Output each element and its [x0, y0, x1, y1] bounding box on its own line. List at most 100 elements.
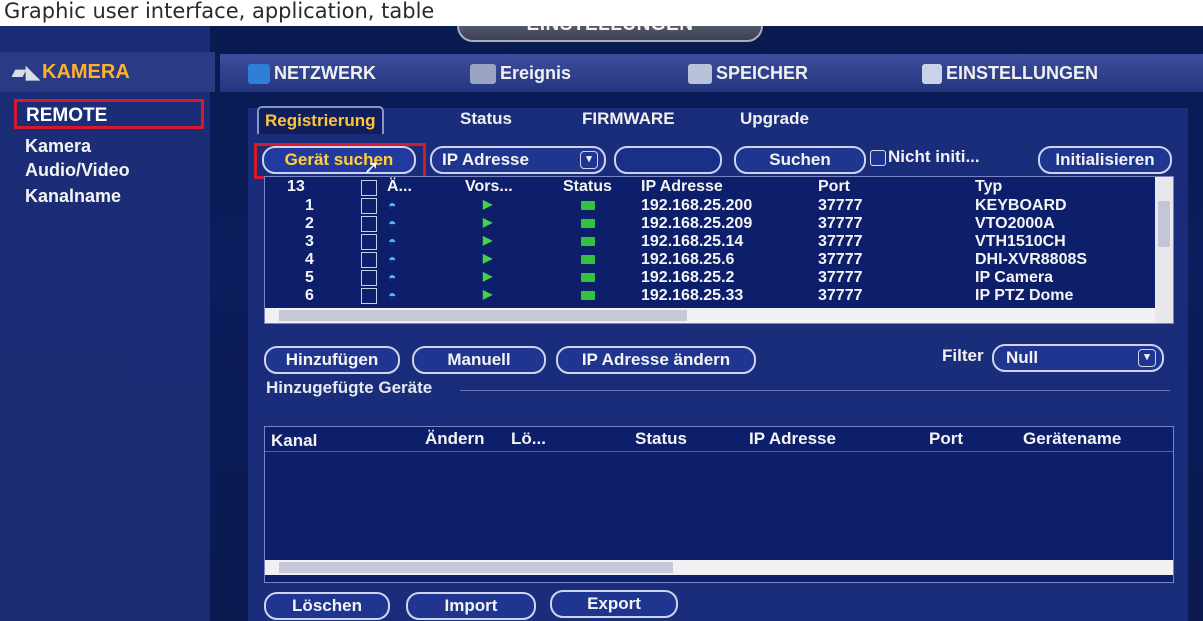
edit-icon[interactable]: ◓: [388, 251, 396, 267]
device-row[interactable]: 5 ◓ ▶ 192.168.25.2 37777 IP Camera: [265, 269, 1145, 286]
row-ip: 192.168.25.2: [641, 269, 735, 286]
sidebar-item-remote[interactable]: REMOTE: [14, 99, 204, 129]
play-icon[interactable]: ▶: [483, 251, 492, 265]
uninitialized-label: Nicht initi...: [888, 147, 980, 166]
search-field[interactable]: [614, 146, 722, 174]
event-icon: [470, 64, 496, 85]
search-button[interactable]: Suchen: [734, 146, 866, 174]
row-type: DHI-XVR8808S: [975, 251, 1088, 268]
col-header-channel: Kanal: [271, 431, 318, 450]
main-tab-bar: NETZWERK Ereignis SPEICHER EINSTELLUNGEN: [220, 54, 1203, 92]
status-online-icon: [581, 273, 595, 282]
camera-icon: ▰◣: [12, 62, 40, 82]
sidebar-item-audio-video[interactable]: Audio/Video: [25, 160, 130, 181]
edit-icon[interactable]: ◓: [388, 215, 396, 231]
device-list-horizontal-scrollbar[interactable]: [265, 308, 1155, 323]
device-search-list: 13 Ä... Vors... Status IP Adresse Port T…: [264, 176, 1174, 324]
col-header-device-name: Gerätename: [1023, 429, 1122, 448]
device-row[interactable]: 6 ◓ ▶ 192.168.25.33 37777 IP PTZ Dome: [265, 287, 1145, 304]
network-icon: [248, 64, 270, 85]
play-icon[interactable]: ▶: [483, 233, 492, 247]
row-port: 37777: [818, 233, 863, 250]
row-checkbox[interactable]: [361, 252, 377, 268]
ip-type-value: IP Adresse: [442, 150, 529, 169]
device-count: 13: [287, 178, 305, 195]
manual-button[interactable]: Manuell: [412, 346, 546, 374]
tab-netzwerk[interactable]: NETZWERK: [248, 54, 376, 92]
device-row[interactable]: 2 ◓ ▶ 192.168.25.209 37777 VTO2000A: [265, 215, 1145, 232]
edit-icon[interactable]: ◓: [388, 269, 396, 285]
filter-select[interactable]: Null ▾: [992, 344, 1164, 372]
row-type: IP PTZ Dome: [975, 287, 1074, 304]
initialize-button[interactable]: Initialisieren: [1038, 146, 1172, 174]
sidebar-header-kamera[interactable]: ▰◣ KAMERA: [0, 52, 215, 92]
tab-speicher[interactable]: SPEICHER: [688, 54, 808, 92]
device-list-vertical-scrollbar[interactable]: [1155, 177, 1173, 323]
sidebar-item-kanalname[interactable]: Kanalname: [25, 186, 121, 207]
row-number: 2: [305, 215, 314, 232]
scrollbar-thumb[interactable]: [279, 562, 673, 573]
added-devices-title: Hinzugefügte Geräte: [266, 378, 433, 397]
row-number: 5: [305, 269, 314, 286]
row-ip: 192.168.25.209: [641, 215, 753, 232]
settings-icon: [922, 64, 942, 85]
col-header-port: Port: [929, 429, 963, 448]
col-header-change: Ä...: [387, 178, 412, 195]
subtab-firmware[interactable]: FIRMWARE: [582, 106, 675, 132]
edit-icon[interactable]: ◓: [388, 233, 396, 249]
added-list-horizontal-scrollbar[interactable]: [265, 560, 1173, 575]
tab-einstellungen[interactable]: EINSTELLUNGEN: [922, 54, 1098, 92]
scrollbar-thumb[interactable]: [279, 310, 687, 321]
row-checkbox[interactable]: [361, 216, 377, 232]
row-type: VTH1510CH: [975, 233, 1066, 250]
sidebar-item-kamera[interactable]: Kamera: [25, 136, 91, 157]
row-checkbox[interactable]: [361, 198, 377, 214]
status-online-icon: [581, 219, 595, 228]
status-online-icon: [581, 237, 595, 246]
col-header-delete: Lö...: [511, 429, 546, 448]
row-checkbox[interactable]: [361, 288, 377, 304]
status-online-icon: [581, 201, 595, 210]
mouse-cursor-icon: ➚: [364, 157, 380, 177]
subtab-status[interactable]: Status: [460, 106, 512, 132]
device-row[interactable]: 3 ◓ ▶ 192.168.25.14 37777 VTH1510CH: [265, 233, 1145, 250]
row-port: 37777: [818, 197, 863, 214]
row-type: VTO2000A: [975, 215, 1055, 232]
search-device-button[interactable]: Gerät suchen: [262, 146, 416, 174]
add-button[interactable]: Hinzufügen: [264, 346, 400, 374]
section-divider: [460, 390, 1170, 391]
row-checkbox[interactable]: [361, 270, 377, 286]
sidebar-header-label: KAMERA: [42, 61, 130, 83]
ip-type-select[interactable]: IP Adresse ▾: [430, 146, 606, 174]
play-icon[interactable]: ▶: [483, 287, 492, 301]
play-icon[interactable]: ▶: [483, 269, 492, 283]
edit-icon[interactable]: ◓: [388, 197, 396, 213]
col-header-port: Port: [818, 178, 850, 195]
col-header-change: Ändern: [425, 429, 485, 448]
tab-ereignis[interactable]: Ereignis: [470, 54, 571, 92]
dvr-screen: EINSTELLUNGEN ▰◣KAMERA REMOTE Kamera Aud…: [0, 26, 1203, 621]
change-ip-button[interactable]: IP Adresse ändern: [556, 346, 756, 374]
subtab-upgrade[interactable]: Upgrade: [740, 106, 809, 132]
col-header-type: Typ: [975, 178, 1003, 195]
play-icon[interactable]: ▶: [483, 215, 492, 229]
select-all-checkbox[interactable]: [361, 180, 377, 196]
subtab-registrierung[interactable]: Registrierung: [257, 106, 384, 134]
row-checkbox[interactable]: [361, 234, 377, 250]
row-number: 6: [305, 287, 314, 304]
row-port: 37777: [818, 251, 863, 268]
device-row[interactable]: 4 ◓ ▶ 192.168.25.6 37777 DHI-XVR8808S: [265, 251, 1145, 268]
export-button[interactable]: Export: [550, 590, 678, 618]
chevron-down-icon: ▾: [580, 151, 598, 169]
header-divider: [265, 451, 1173, 452]
play-icon[interactable]: ▶: [483, 197, 492, 211]
edit-icon[interactable]: ◓: [388, 287, 396, 303]
tab-ereignis-label: Ereignis: [500, 63, 572, 83]
scrollbar-thumb[interactable]: [1158, 201, 1170, 247]
device-row[interactable]: 1 ◓ ▶ 192.168.25.200 37777 KEYBOARD: [265, 197, 1145, 214]
col-header-status: Status: [563, 178, 612, 195]
import-button[interactable]: Import: [406, 592, 536, 620]
delete-button[interactable]: Löschen: [264, 592, 390, 620]
row-type: IP Camera: [975, 269, 1053, 286]
uninitialized-checkbox[interactable]: [870, 150, 886, 166]
